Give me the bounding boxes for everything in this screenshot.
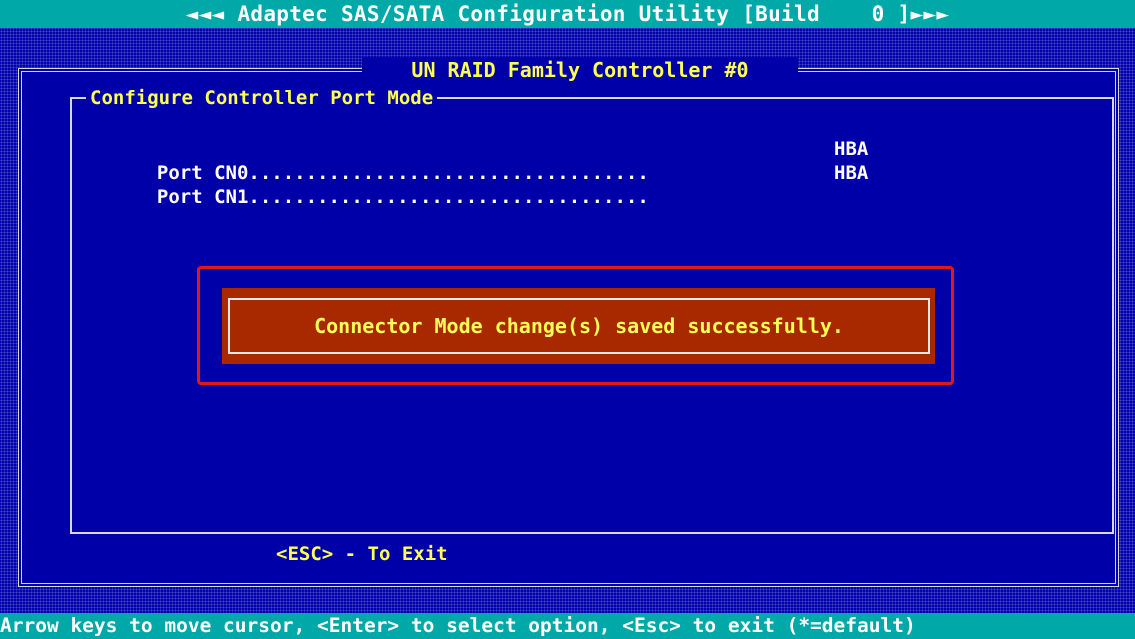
port-leader-dots: ................................... <box>248 186 649 208</box>
controller-title: UN RAID Family Controller #0 <box>399 58 761 82</box>
exit-hint: <ESC> - To Exit <box>276 543 448 565</box>
port-mode-value: HBA <box>834 138 869 160</box>
port-label: Port CN1 <box>156 186 249 208</box>
panel-title: Configure Controller Port Mode <box>86 86 438 110</box>
port-row-cn0[interactable]: Port CN0................................… <box>134 137 868 184</box>
status-bar-text: Arrow keys to move cursor, <Enter> to se… <box>0 614 916 637</box>
port-mode-value: HBA <box>834 162 869 184</box>
app-title: ◄◄◄ Adaptec SAS/SATA Configuration Utili… <box>185 2 950 26</box>
success-message: Connector Mode change(s) saved successfu… <box>314 314 844 338</box>
port-row-cn1[interactable]: Port CN1................................… <box>134 161 868 208</box>
